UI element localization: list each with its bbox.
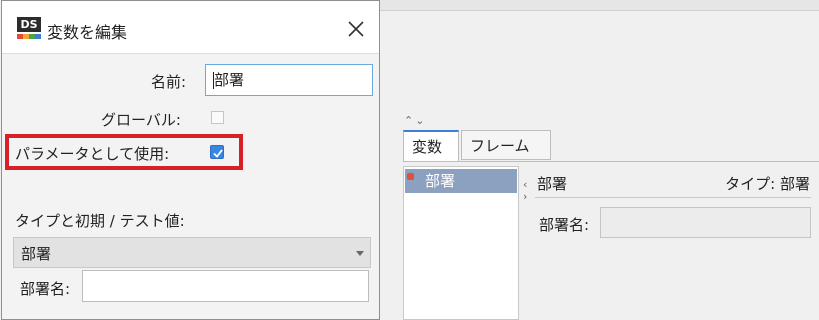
- tab-variables[interactable]: 変数: [403, 130, 459, 162]
- detail-divider: [535, 197, 811, 198]
- global-checkbox[interactable]: [211, 111, 224, 124]
- tab-frames[interactable]: フレーム: [461, 130, 551, 160]
- highlight-annotation: [5, 134, 243, 170]
- list-item-label: 部署: [425, 172, 456, 190]
- type-section-label: タイプと初期 / テスト値:: [15, 212, 185, 230]
- dialog-title: 変数を編集: [47, 23, 128, 42]
- name-input[interactable]: 部署: [205, 64, 373, 96]
- dialog-titlebar: DS 変数を編集: [2, 1, 379, 54]
- variable-list[interactable]: 部署: [403, 166, 519, 320]
- variable-icon: [407, 173, 414, 180]
- detail-type: タイプ: 部署: [725, 175, 810, 193]
- detail-dept-name-field: [600, 207, 811, 238]
- chevron-right-icon[interactable]: ›: [523, 190, 527, 203]
- logo-text: DS: [17, 17, 41, 32]
- background-toolbar: [380, 0, 819, 11]
- name-input-value: 部署: [214, 71, 245, 89]
- logo-stripe: [35, 34, 41, 39]
- type-select[interactable]: 部署: [13, 237, 371, 268]
- app-logo-icon: DS: [17, 17, 41, 39]
- type-select-value: 部署: [21, 245, 52, 263]
- chevron-down-icon: [356, 251, 364, 256]
- global-label: グローバル:: [101, 111, 181, 129]
- collapse-chevrons-icon[interactable]: ⌃⌄: [404, 114, 426, 127]
- text-caret: [213, 72, 214, 89]
- list-item[interactable]: 部署: [405, 169, 517, 193]
- dept-name-input[interactable]: [82, 270, 369, 302]
- tab-divider: [403, 161, 819, 162]
- name-label: 名前:: [151, 73, 187, 91]
- dept-name-label: 部署名:: [20, 280, 71, 298]
- close-icon[interactable]: [347, 20, 365, 38]
- detail-field-label: 部署名:: [539, 216, 590, 234]
- detail-title: 部署: [537, 175, 568, 193]
